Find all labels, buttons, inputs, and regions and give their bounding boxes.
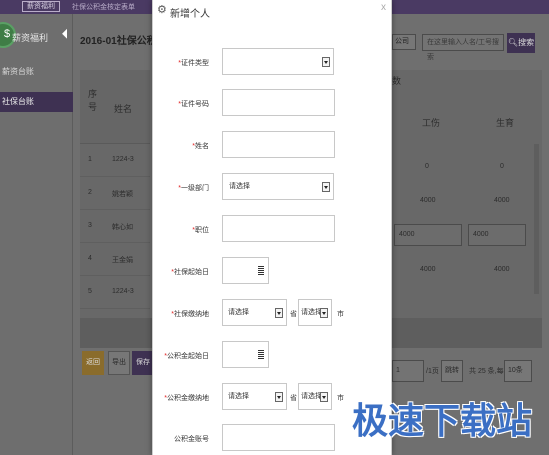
- table-right: 数 工伤 生育 0 0 4000 4000 4000 4000 4000 400…: [392, 70, 542, 318]
- city-unit: 市: [337, 311, 344, 318]
- table-cell-input[interactable]: 4000: [468, 224, 526, 246]
- column-header-name: 姓名: [114, 104, 133, 114]
- export-button[interactable]: 导出: [108, 351, 130, 375]
- search-button[interactable]: 🔍︎搜索: [507, 33, 535, 53]
- row-index: 2: [88, 189, 92, 196]
- save-button[interactable]: 保存: [132, 351, 154, 375]
- sidebar-title: 薪资福利: [12, 33, 49, 43]
- housing-fund-account-label: 公积金账号: [174, 436, 209, 443]
- social-insurance-start-date[interactable]: [222, 257, 269, 284]
- page-size-select[interactable]: 10条: [504, 360, 532, 382]
- table-row[interactable]: 5 1224-3: [80, 276, 150, 309]
- housing-fund-account-input[interactable]: [222, 424, 335, 451]
- housing-fund-province-select[interactable]: 请选择: [222, 383, 287, 410]
- dialog-header: ⚙ 新增个人 x: [153, 0, 393, 24]
- position-input[interactable]: [222, 215, 335, 242]
- id-number-label: *证件号码: [178, 101, 209, 108]
- table-row[interactable]: 1 1224-3: [80, 144, 150, 177]
- housing-fund-place-label: *公积金缴纳地: [164, 395, 209, 402]
- table-cell: 0: [425, 163, 429, 170]
- chevron-down-icon: [322, 182, 330, 192]
- column-header-maternity: 生育: [496, 118, 515, 128]
- department-select[interactable]: 请选择: [222, 173, 334, 200]
- row-name: 王金娟: [112, 257, 133, 264]
- housing-fund-start-date[interactable]: [222, 341, 269, 368]
- row-index: 1: [88, 156, 92, 163]
- row-name: 1224-3: [112, 288, 134, 295]
- row-name: 姚若颖: [112, 191, 133, 198]
- calendar-icon[interactable]: [258, 350, 264, 360]
- company-select[interactable]: 公司: [392, 34, 416, 50]
- table-cell-input[interactable]: 4000: [394, 224, 462, 246]
- search-button-label: 搜索: [518, 38, 535, 47]
- row-name: 1224-3: [112, 156, 134, 163]
- table-left: 序号 姓名 1 1224-3 2 姚若颖 3 韩心如 4 王金娟 5 1224-3: [80, 70, 150, 318]
- table-cell: 4000: [420, 266, 436, 273]
- social-insurance-start-label: *社保起始日: [171, 269, 209, 276]
- id-type-label: *证件类型: [178, 60, 209, 67]
- vertical-scrollbar[interactable]: [534, 144, 539, 294]
- breadcrumb-secondary[interactable]: 社保公积金核定表单: [72, 2, 135, 12]
- chevron-down-icon: [320, 392, 328, 402]
- row-name: 韩心如: [112, 224, 133, 231]
- id-number-input[interactable]: [222, 89, 335, 116]
- name-input[interactable]: [222, 131, 335, 158]
- row-index: 5: [88, 288, 92, 295]
- social-insurance-city-select[interactable]: 请选择: [298, 299, 332, 326]
- province-unit: 省: [290, 311, 297, 318]
- id-type-select[interactable]: [222, 48, 334, 75]
- housing-fund-start-label: *公积金起始日: [164, 353, 209, 360]
- gear-icon: ⚙: [157, 4, 167, 16]
- table-cell: 0: [500, 163, 504, 170]
- table-cell: 4000: [494, 266, 510, 273]
- table-row[interactable]: 3 韩心如: [80, 210, 150, 243]
- province-unit: 省: [290, 395, 297, 402]
- table-cell: 4000: [420, 197, 436, 204]
- chevron-down-icon: [275, 392, 283, 402]
- watermark-logo: 极速下载站: [352, 401, 533, 442]
- city-unit: 市: [337, 395, 344, 402]
- column-header-index: 序号: [88, 89, 98, 112]
- search-input[interactable]: 在这里输入人名/工号搜索: [422, 34, 504, 61]
- table-cell: 4000: [494, 197, 510, 204]
- chevron-down-icon: [275, 308, 283, 318]
- sidebar-item-social-ledger[interactable]: 社保台账: [0, 92, 73, 112]
- table-header: 序号 姓名: [80, 70, 150, 144]
- row-index: 3: [88, 222, 92, 229]
- department-label: *一级部门: [178, 185, 209, 192]
- province-select-value: 请选择: [228, 309, 249, 316]
- city-select-value: 请选择: [301, 393, 322, 400]
- sidebar-header: 薪资福利 ⏴: [0, 22, 73, 48]
- back-button[interactable]: 返回: [82, 351, 104, 375]
- close-icon[interactable]: x: [381, 2, 386, 13]
- table-row[interactable]: 2 姚若颖: [80, 177, 150, 210]
- sidebar: 薪资福利 ⏴ 薪资台账 社保台账: [0, 14, 73, 455]
- social-insurance-province-select[interactable]: 请选择: [222, 299, 287, 326]
- column-header-injury: 工伤: [422, 118, 441, 128]
- social-insurance-place-label: *社保缴纳地: [171, 311, 209, 318]
- page-go-button[interactable]: 跳转: [441, 360, 463, 382]
- page-number-input[interactable]: 1: [392, 360, 424, 382]
- sidebar-item-salary-ledger[interactable]: 薪资台账: [0, 62, 73, 82]
- department-select-value: 请选择: [229, 183, 250, 190]
- dialog-title: 新增个人: [170, 9, 210, 20]
- position-label: *职位: [192, 227, 209, 234]
- table-row[interactable]: 4 王金娟: [80, 243, 150, 276]
- name-label: *姓名: [192, 143, 209, 150]
- province-select-value: 请选择: [228, 393, 249, 400]
- city-select-value: 请选择: [301, 309, 322, 316]
- chevron-down-icon: [322, 57, 330, 67]
- chevron-down-icon: [320, 308, 328, 318]
- collapse-sidebar-icon[interactable]: ⏴: [62, 27, 68, 42]
- page-total: /1页: [426, 368, 439, 375]
- search-icon: 🔍︎: [507, 38, 519, 47]
- calendar-icon[interactable]: [258, 266, 264, 276]
- breadcrumb[interactable]: 薪资福利: [22, 1, 60, 12]
- add-person-dialog: ⚙ 新增个人 x *证件类型 *证件号码 *姓名 *一级部门 请选择 *职位 *…: [152, 0, 392, 455]
- column-group-label: 数: [392, 76, 402, 86]
- row-index: 4: [88, 255, 92, 262]
- housing-fund-city-select[interactable]: 请选择: [298, 383, 332, 410]
